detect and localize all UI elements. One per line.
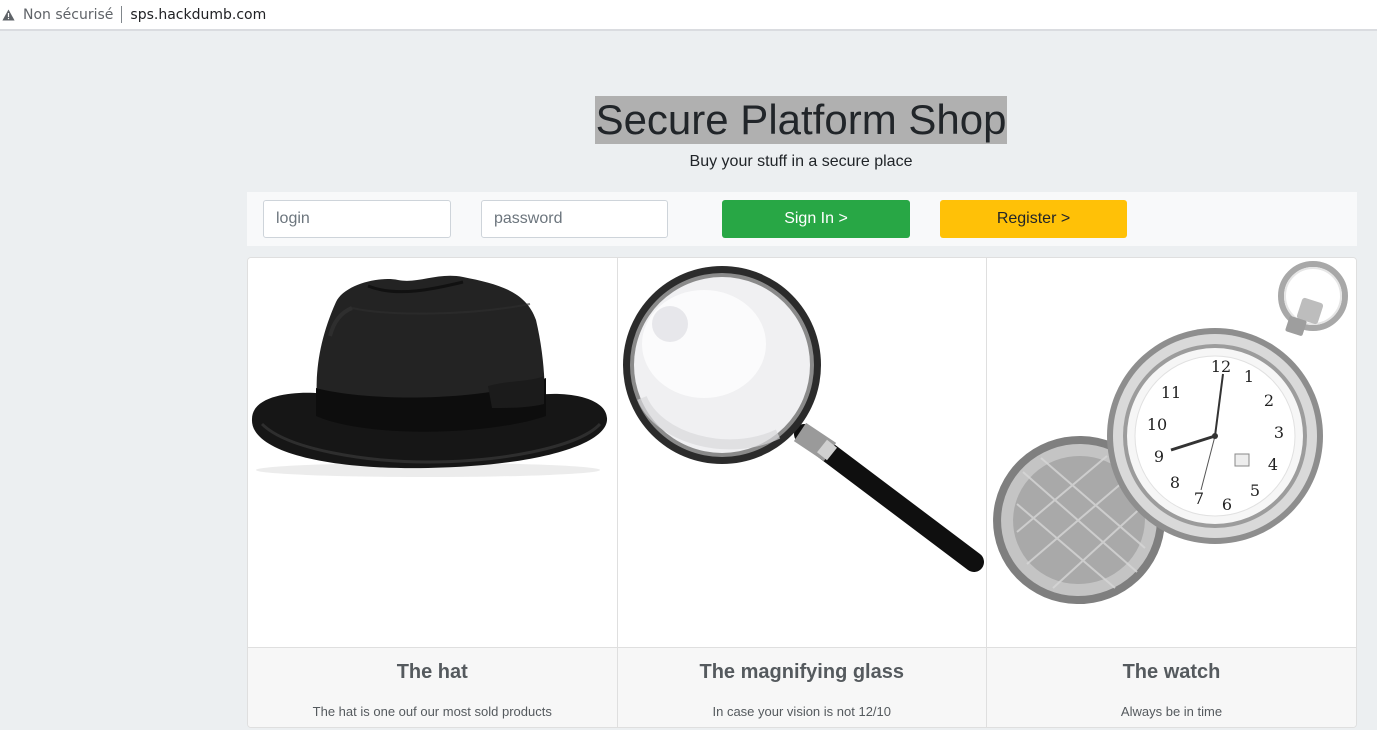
svg-text:10: 10	[1147, 415, 1167, 434]
login-input[interactable]	[263, 200, 451, 238]
svg-text:4: 4	[1268, 455, 1278, 474]
address-separator	[121, 6, 123, 23]
password-input[interactable]	[481, 200, 668, 238]
login-form: Sign In > Register >	[247, 192, 1357, 246]
security-status-label[interactable]: Non sécurisé	[23, 7, 113, 23]
product-description: Always be in time	[1120, 704, 1223, 719]
watch-card-body: The watch Always be in time	[987, 647, 1356, 727]
svg-text:11: 11	[1161, 383, 1181, 402]
svg-text:12: 12	[1211, 357, 1231, 376]
page-header: Secure Platform Shop	[0, 96, 1377, 144]
register-button[interactable]: Register >	[940, 200, 1127, 238]
page-title: Secure Platform Shop	[594, 96, 1008, 144]
product-title[interactable]: The watch	[987, 661, 1356, 684]
product-card-hat: The hat The hat is one ouf our most sold…	[248, 258, 618, 727]
hat-card-body: The hat The hat is one ouf our most sold…	[248, 647, 617, 727]
browser-address-bar[interactable]: Non sécurisé sps.hackdumb.com	[0, 0, 1377, 31]
magnifying-glass-card-body: The magnifying glass In case your vision…	[617, 647, 987, 727]
svg-text:8: 8	[1170, 473, 1180, 492]
hat-image	[248, 258, 617, 647]
svg-text:7: 7	[1194, 489, 1204, 508]
url-text[interactable]: sps.hackdumb.com	[130, 7, 266, 23]
svg-text:9: 9	[1154, 447, 1164, 466]
warning-triangle-icon	[1, 8, 15, 22]
product-card-watch: 12 1 2 3 4 5 6 7 8 9 10 11 The watch Alw…	[987, 258, 1356, 727]
product-title[interactable]: The magnifying glass	[618, 661, 987, 684]
page-subtitle: Buy your stuff in a secure place	[689, 153, 913, 170]
svg-text:6: 6	[1222, 495, 1232, 514]
svg-text:3: 3	[1274, 423, 1284, 442]
magnifying-glass-image	[617, 258, 986, 647]
product-title[interactable]: The hat	[248, 661, 617, 684]
svg-text:5: 5	[1250, 481, 1260, 500]
product-description: The hat is one ouf our most sold product…	[312, 704, 552, 719]
svg-text:1: 1	[1244, 367, 1254, 386]
svg-text:2: 2	[1264, 391, 1274, 410]
product-description: In case your vision is not 12/10	[712, 704, 892, 719]
sign-in-button[interactable]: Sign In >	[722, 200, 910, 238]
product-card-magnifying-glass: The magnifying glass In case your vision…	[617, 258, 987, 727]
product-card-deck: The hat The hat is one ouf our most sold…	[247, 257, 1357, 728]
pocket-watch-image: 12 1 2 3 4 5 6 7 8 9 10 11	[987, 258, 1356, 647]
